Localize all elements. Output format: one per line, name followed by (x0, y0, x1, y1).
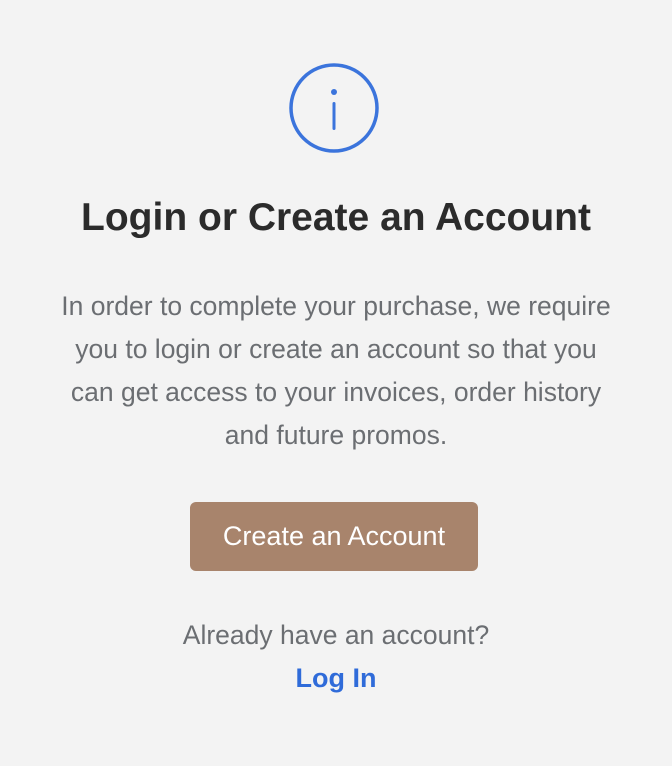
info-icon (289, 63, 379, 153)
create-account-button[interactable]: Create an Account (190, 502, 478, 571)
description-text: In order to complete your purchase, we r… (61, 291, 611, 450)
login-prompt-dialog: Login or Create an Account In order to c… (0, 0, 672, 766)
existing-account-prompt: Already have an account? (182, 620, 490, 650)
page-title: Login or Create an Account (81, 196, 591, 239)
login-link[interactable]: Log In (0, 658, 672, 698)
